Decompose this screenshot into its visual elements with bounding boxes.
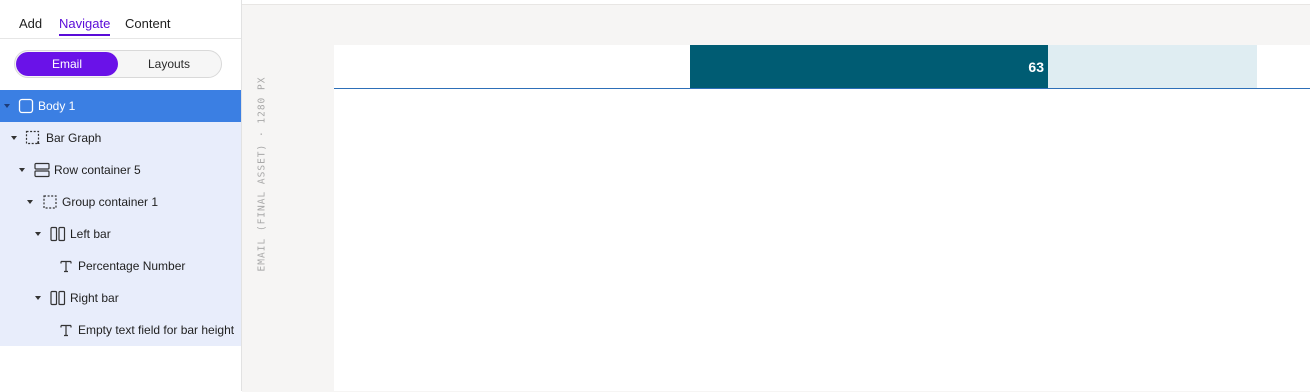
navigator-panel: Add Navigate Content Email Layouts Body … <box>0 0 242 391</box>
chevron-down-icon[interactable] <box>27 200 33 204</box>
group-icon <box>25 130 41 146</box>
bar-graph[interactable]: 63 <box>334 45 1310 89</box>
text-icon <box>58 322 74 338</box>
tree-item-empty-text-field[interactable]: Empty text field for bar height <box>0 314 241 346</box>
tree-item-label: Group container 1 <box>62 195 159 209</box>
chevron-down-icon[interactable] <box>4 104 10 108</box>
text-icon <box>58 258 74 274</box>
mode-toggle: Email Layouts <box>14 50 222 78</box>
tree-item-label: Percentage Number <box>78 259 186 273</box>
email-frame[interactable]: 63 <box>334 45 1310 391</box>
chevron-down-icon[interactable] <box>35 232 41 236</box>
tab-content[interactable]: Content <box>125 15 171 33</box>
row-container-icon <box>34 162 50 178</box>
tree-item-label: Left bar <box>70 227 111 241</box>
body-icon <box>18 98 34 114</box>
panel-tabs: Add Navigate Content <box>0 0 241 39</box>
layouts-mode-button[interactable]: Layouts <box>118 52 220 76</box>
columns-icon <box>50 290 66 306</box>
right-bar[interactable] <box>1048 45 1257 88</box>
tree-item-right-bar[interactable]: Right bar <box>0 282 241 314</box>
tree-item-label: Body 1 <box>38 99 76 113</box>
group-icon <box>42 194 58 210</box>
chevron-down-icon[interactable] <box>11 136 17 140</box>
tree-item-label: Row container 5 <box>54 163 141 177</box>
percentage-number[interactable]: 63 <box>1028 58 1044 76</box>
tree-item-label: Bar Graph <box>46 131 102 145</box>
tree-item-label: Empty text field for bar height <box>78 323 235 337</box>
frame-label-text: EMAIL (FINAL ASSET) · 1280 PX <box>256 76 268 272</box>
tree-item-left-bar[interactable]: Left bar <box>0 218 241 250</box>
tab-navigate[interactable]: Navigate <box>59 15 111 36</box>
tree-item-label: Right bar <box>70 291 119 305</box>
columns-icon <box>50 226 66 242</box>
email-mode-button[interactable]: Email <box>16 52 118 76</box>
tree-item-percentage-number[interactable]: Percentage Number <box>0 250 241 282</box>
tree-item-body-1[interactable]: Body 1 <box>0 90 241 122</box>
tree-item-row-container-5[interactable]: Row container 5 <box>0 154 241 186</box>
left-bar[interactable]: 63 <box>690 45 1048 88</box>
tree-item-group-container-1[interactable]: Group container 1 <box>0 186 241 218</box>
layer-tree: Body 1 Bar Graph Row container 5 Group c… <box>0 90 241 346</box>
chevron-down-icon[interactable] <box>35 296 41 300</box>
tab-add[interactable]: Add <box>19 15 42 33</box>
chevron-down-icon[interactable] <box>19 168 25 172</box>
tree-item-bar-graph[interactable]: Bar Graph <box>0 122 241 154</box>
